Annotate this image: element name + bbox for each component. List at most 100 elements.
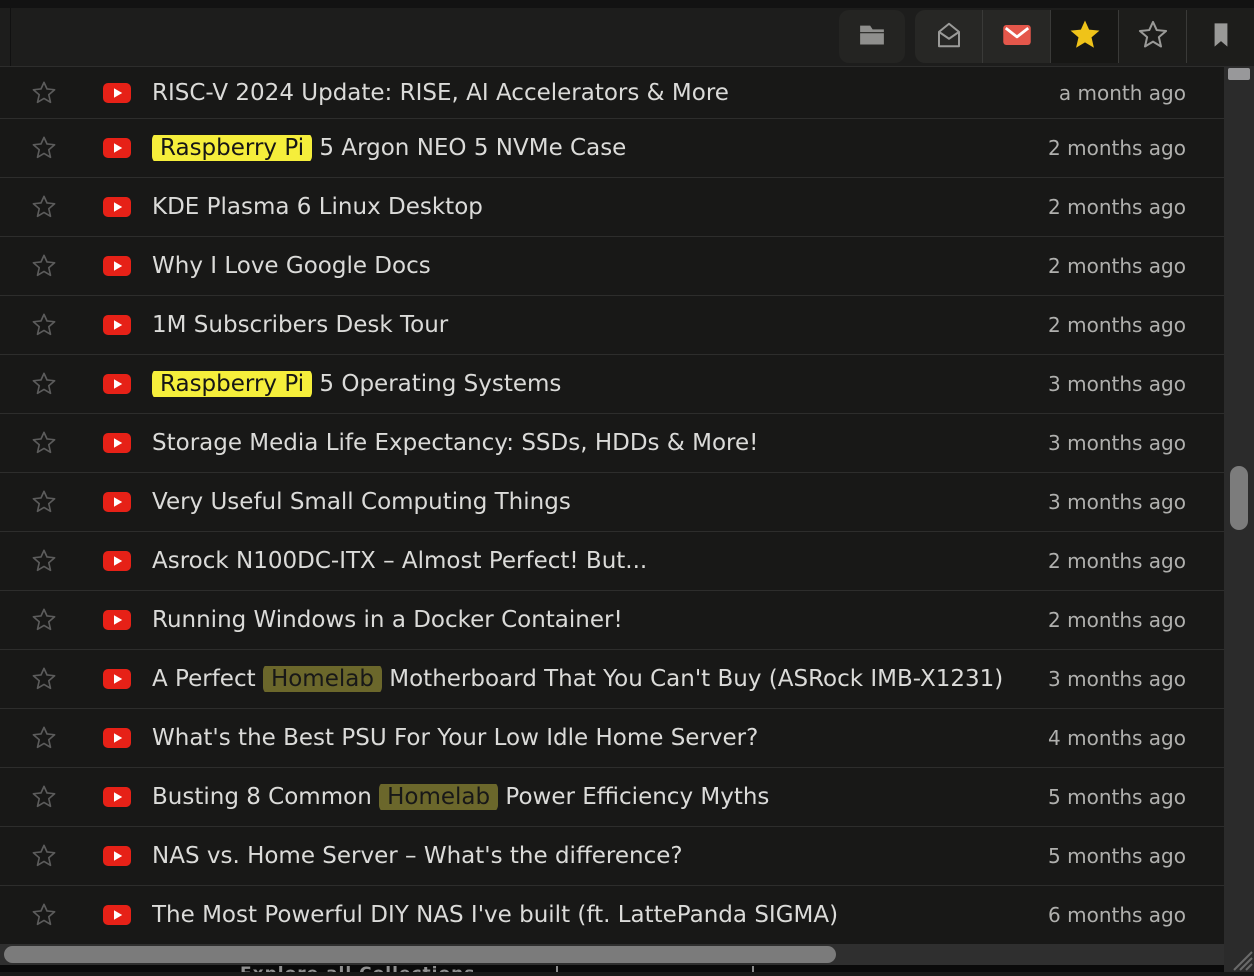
star-toggle-icon[interactable] xyxy=(31,843,57,869)
title-text: Busting 8 Common xyxy=(152,784,379,810)
folder-icon xyxy=(856,20,888,54)
star-toggle-icon[interactable] xyxy=(31,489,57,515)
list-item[interactable]: What's the Best PSU For Your Low Idle Ho… xyxy=(0,708,1224,767)
filter-button-group xyxy=(915,10,1254,63)
star-filled-icon xyxy=(1068,18,1102,56)
highlight-olive: Homelab xyxy=(379,784,498,810)
youtube-favicon xyxy=(103,846,131,866)
highlight-yellow: Raspberry Pi xyxy=(152,371,312,397)
list-item[interactable]: KDE Plasma 6 Linux Desktop 2 months ago xyxy=(0,177,1224,236)
item-title[interactable]: A Perfect Homelab Motherboard That You C… xyxy=(152,666,1034,692)
vertical-scrollbar[interactable] xyxy=(1224,66,1254,972)
item-timestamp: 2 months ago xyxy=(1048,254,1186,278)
unstarred-filter-button[interactable] xyxy=(1118,10,1186,63)
list-item[interactable]: The Most Powerful DIY NAS I've built (ft… xyxy=(0,885,1224,944)
star-toggle-icon[interactable] xyxy=(31,784,57,810)
item-title[interactable]: Busting 8 Common Homelab Power Efficienc… xyxy=(152,784,1034,810)
bookmark-icon xyxy=(1207,20,1235,54)
list-item[interactable]: Very Useful Small Computing Things 3 mont… xyxy=(0,472,1224,531)
list-item[interactable]: Raspberry Pi 5 Operating Systems3 months… xyxy=(0,354,1224,413)
item-timestamp: 2 months ago xyxy=(1048,195,1186,219)
item-timestamp: a month ago xyxy=(1059,81,1186,105)
star-toggle-icon[interactable] xyxy=(31,666,57,692)
highlight-olive: Homelab xyxy=(263,666,382,692)
youtube-favicon xyxy=(103,669,131,689)
title-text: The Most Powerful DIY NAS I've built (ft… xyxy=(152,902,838,928)
title-text: A Perfect xyxy=(152,666,263,692)
star-toggle-icon[interactable] xyxy=(31,371,57,397)
item-title[interactable]: Raspberry Pi 5 Argon NEO 5 NVMe Case xyxy=(152,135,1034,161)
unread-filter-button[interactable] xyxy=(982,10,1050,63)
star-toggle-icon[interactable] xyxy=(31,312,57,338)
item-title[interactable]: Storage Media Life Expectancy: SSDs, HDD… xyxy=(152,430,1034,456)
item-timestamp: 2 months ago xyxy=(1048,313,1186,337)
list-item[interactable]: Raspberry Pi 5 Argon NEO 5 NVMe Case2 mo… xyxy=(0,118,1224,177)
title-text: Running Windows in a Docker Container! xyxy=(152,607,623,633)
item-timestamp: 3 months ago xyxy=(1048,431,1186,455)
star-toggle-icon[interactable] xyxy=(31,902,57,928)
highlight-yellow: Raspberry Pi xyxy=(152,135,312,161)
list-item[interactable]: 1M Subscribers Desk Tour 2 months ago xyxy=(0,295,1224,354)
youtube-favicon xyxy=(103,728,131,748)
list-item[interactable]: Asrock N100DC-ITX – Almost Perfect! But.… xyxy=(0,531,1224,590)
star-toggle-icon[interactable] xyxy=(31,253,57,279)
item-title[interactable]: Why I Love Google Docs xyxy=(152,253,1034,279)
youtube-favicon xyxy=(103,551,131,571)
star-toggle-icon[interactable] xyxy=(31,135,57,161)
horizontal-scrollbar[interactable] xyxy=(0,944,1224,965)
list-item[interactable]: Storage Media Life Expectancy: SSDs, HDD… xyxy=(0,413,1224,472)
item-title[interactable]: NAS vs. Home Server – What's the differe… xyxy=(152,843,1034,869)
star-toggle-icon[interactable] xyxy=(31,725,57,751)
list-item[interactable]: A Perfect Homelab Motherboard That You C… xyxy=(0,649,1224,708)
star-toggle-icon[interactable] xyxy=(31,194,57,220)
item-title[interactable]: Raspberry Pi 5 Operating Systems xyxy=(152,371,1034,397)
item-timestamp: 2 months ago xyxy=(1048,549,1186,573)
title-text: 1M Subscribers Desk Tour xyxy=(152,312,448,338)
item-timestamp: 5 months ago xyxy=(1048,785,1186,809)
vertical-scrollbar-thumb[interactable] xyxy=(1230,466,1248,530)
star-toggle-icon[interactable] xyxy=(31,607,57,633)
mark-read-button[interactable] xyxy=(915,10,982,63)
item-title[interactable]: 1M Subscribers Desk Tour xyxy=(152,312,1034,338)
folder-filter-button[interactable] xyxy=(839,10,905,63)
title-text: KDE Plasma 6 Linux Desktop xyxy=(152,194,483,220)
item-title[interactable]: Asrock N100DC-ITX – Almost Perfect! But.… xyxy=(152,548,1034,574)
title-text: 5 Operating Systems xyxy=(312,371,561,397)
item-timestamp: 3 months ago xyxy=(1048,490,1186,514)
title-text: Storage Media Life Expectancy: SSDs, HDD… xyxy=(152,430,758,456)
item-timestamp: 2 months ago xyxy=(1048,608,1186,632)
horizontal-scrollbar-thumb[interactable] xyxy=(4,946,836,963)
panel-left-border xyxy=(10,8,11,66)
scroll-top-block xyxy=(1228,68,1250,80)
item-title[interactable]: Running Windows in a Docker Container! xyxy=(152,607,1034,633)
star-toggle-icon[interactable] xyxy=(31,548,57,574)
title-text: 5 Argon NEO 5 NVMe Case xyxy=(312,135,626,161)
item-title[interactable]: KDE Plasma 6 Linux Desktop xyxy=(152,194,1034,220)
title-text: Why I Love Google Docs xyxy=(152,253,431,279)
title-text: What's the Best PSU For Your Low Idle Ho… xyxy=(152,725,758,751)
starred-filter-button[interactable] xyxy=(1050,10,1118,63)
envelope-icon xyxy=(1002,20,1032,54)
star-toggle-icon[interactable] xyxy=(31,80,57,106)
item-title[interactable]: What's the Best PSU For Your Low Idle Ho… xyxy=(152,725,1034,751)
item-timestamp: 6 months ago xyxy=(1048,903,1186,927)
list-item[interactable]: RISC-V 2024 Update: RISE, AI Accelerator… xyxy=(0,66,1224,118)
youtube-favicon xyxy=(103,492,131,512)
youtube-favicon xyxy=(103,610,131,630)
item-title[interactable]: RISC-V 2024 Update: RISE, AI Accelerator… xyxy=(152,80,1034,106)
item-title[interactable]: Very Useful Small Computing Things xyxy=(152,489,1034,515)
title-text: Motherboard That You Can't Buy (ASRock I… xyxy=(382,666,1003,692)
list-item[interactable]: Why I Love Google Docs 2 months ago xyxy=(0,236,1224,295)
list-item[interactable]: Busting 8 Common Homelab Power Efficienc… xyxy=(0,767,1224,826)
list-item[interactable]: Running Windows in a Docker Container! 2 … xyxy=(0,590,1224,649)
resize-grip[interactable] xyxy=(1224,944,1254,972)
open-envelope-icon xyxy=(934,20,964,54)
star-toggle-icon[interactable] xyxy=(31,430,57,456)
title-text: Very Useful Small Computing Things xyxy=(152,489,571,515)
window-top-strip xyxy=(0,0,1254,8)
youtube-favicon xyxy=(103,83,131,103)
item-title[interactable]: The Most Powerful DIY NAS I've built (ft… xyxy=(152,902,1034,928)
bookmark-filter-button[interactable] xyxy=(1186,10,1254,63)
clipped-page-text: Explore all Collections xyxy=(240,965,475,972)
list-item[interactable]: NAS vs. Home Server – What's the differe… xyxy=(0,826,1224,885)
